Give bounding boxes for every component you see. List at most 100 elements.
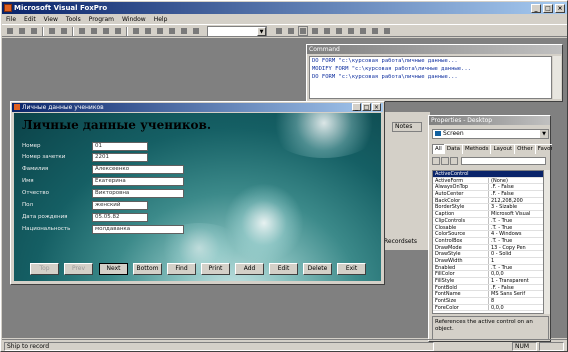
run-icon[interactable] <box>155 26 165 36</box>
patronymic-field[interactable]: Викторовна <box>92 189 184 198</box>
print-icon[interactable] <box>47 26 57 36</box>
redo-icon[interactable] <box>143 26 153 36</box>
delete-button[interactable]: Delete <box>303 263 332 275</box>
wizard-icon[interactable] <box>370 26 380 36</box>
form-designer-icon[interactable] <box>322 26 332 36</box>
property-row[interactable]: DrawStyle 0 - Solid <box>433 251 543 258</box>
property-name: DrawWidth <box>435 257 463 264</box>
new-file-icon[interactable] <box>5 26 15 36</box>
copy-icon[interactable] <box>101 26 111 36</box>
property-row[interactable]: DrawMode 13 - Copy Pen <box>433 244 543 252</box>
bottom-button[interactable]: Bottom <box>133 263 162 275</box>
add-button[interactable]: Add <box>235 263 264 275</box>
object-selector[interactable]: Screen ▼ <box>432 129 549 139</box>
cut-icon[interactable] <box>89 26 99 36</box>
builder-icon[interactable] <box>358 26 368 36</box>
property-name: FontBold <box>435 284 457 291</box>
property-row[interactable]: AlwaysOnTop .F. - False <box>433 184 543 192</box>
view-window-icon[interactable] <box>286 26 296 36</box>
property-name: ActiveForm <box>435 177 464 184</box>
spell-check-icon[interactable] <box>77 26 87 36</box>
tab-favorites[interactable]: Favorites <box>534 144 552 154</box>
property-row[interactable]: FontName MS Sans Serif <box>433 291 543 299</box>
close-button[interactable]: × <box>555 4 565 13</box>
property-value-input[interactable] <box>461 157 547 165</box>
property-row[interactable]: Caption Microsoft Visual <box>433 211 543 218</box>
top-button[interactable]: Top <box>30 263 59 275</box>
record-book-field[interactable]: 2201 <box>92 153 148 162</box>
foxpro-icon <box>4 4 12 12</box>
property-row[interactable]: ControlBox .T. - True <box>433 237 543 245</box>
object-selector-value: Screen <box>443 130 464 137</box>
command-window-icon[interactable] <box>274 26 284 36</box>
find-button[interactable]: Find <box>167 263 196 275</box>
tab-methods[interactable]: Methods <box>461 144 492 154</box>
student-form-window: Личные данные учеников _ □ × Личные данн… <box>10 101 385 285</box>
command-scrollbar[interactable] <box>553 56 561 99</box>
properties-scrollbar[interactable] <box>544 170 550 314</box>
property-row[interactable]: Closable .T. - True <box>433 224 543 232</box>
notes-tab[interactable]: Notes <box>392 122 422 132</box>
open-file-icon[interactable] <box>17 26 27 36</box>
property-row[interactable]: ColorSource 4 - Windows <box>433 231 543 238</box>
tab-data[interactable]: Data <box>443 144 463 154</box>
maximize-button[interactable]: □ <box>543 4 553 13</box>
tab-layout[interactable]: Layout <box>490 144 516 154</box>
property-name: FontName <box>435 291 461 298</box>
accept-icon[interactable] <box>441 157 449 165</box>
color-palette-icon[interactable] <box>346 26 356 36</box>
print-button[interactable]: Print <box>201 263 230 275</box>
edit-button[interactable]: Edit <box>269 263 298 275</box>
property-row[interactable]: FillColor 0,0,0 <box>433 271 543 278</box>
surname-field[interactable]: Алексеенко <box>92 165 184 174</box>
preview-icon[interactable] <box>59 26 69 36</box>
minimize-button[interactable]: _ <box>531 4 541 13</box>
nationality-field[interactable]: молдаванка <box>92 225 184 234</box>
cancel-icon[interactable] <box>432 157 440 165</box>
command-window: Command DO FORM "c:\курсовая работа\личн… <box>306 44 563 102</box>
paste-icon[interactable] <box>113 26 123 36</box>
form-minimize-button[interactable]: _ <box>352 103 361 111</box>
property-row[interactable]: ForeColor 0,0,0 <box>433 304 543 312</box>
property-row[interactable]: FillStyle 1 - Transparent <box>433 278 543 285</box>
property-row[interactable]: FontSize 8 <box>433 298 543 305</box>
property-value: .T. - True <box>488 264 543 271</box>
property-row[interactable]: AutoCenter .F. - False <box>433 191 543 198</box>
help-icon[interactable] <box>382 26 392 36</box>
debug-icon[interactable] <box>179 26 189 36</box>
form-close-button[interactable]: × <box>372 103 381 111</box>
code-window-icon[interactable] <box>310 26 320 36</box>
save-icon[interactable] <box>29 26 39 36</box>
prev-button[interactable]: Prev <box>64 263 93 275</box>
properties-window: Properties - Desktop Screen ▼ All Data Met… <box>428 115 552 342</box>
property-row[interactable]: ClipControls .T. - True <box>433 217 543 225</box>
exit-button[interactable]: Exit <box>337 263 366 275</box>
modify-form-icon[interactable] <box>167 26 177 36</box>
undo-icon[interactable] <box>131 26 141 36</box>
tab-other[interactable]: Other <box>514 144 536 154</box>
property-row[interactable]: FontBold .F. - False <box>433 284 543 292</box>
property-row[interactable]: BackColor 212,208,200 <box>433 197 543 205</box>
label-record-book: Номер зачетки <box>22 154 66 160</box>
number-field[interactable]: 01 <box>92 142 148 151</box>
label-number: Номер <box>22 143 41 149</box>
property-row[interactable]: Enabled .T. - True <box>433 264 543 272</box>
first-name-field[interactable]: Екатерина <box>92 177 184 186</box>
form-maximize-button[interactable]: □ <box>362 103 371 111</box>
property-name: FontSize <box>435 298 457 305</box>
report-icon[interactable] <box>191 26 201 36</box>
property-name: ColorSource <box>435 231 466 238</box>
function-icon[interactable] <box>450 157 458 165</box>
property-row[interactable]: BorderStyle 3 - Sizable <box>433 204 543 212</box>
property-row[interactable]: DrawWidth 1 <box>433 257 543 265</box>
layout-toolbar-icon[interactable] <box>334 26 344 36</box>
property-row[interactable]: ActiveControl <box>433 171 543 178</box>
gender-field[interactable]: женский <box>92 201 148 210</box>
property-name: ControlBox <box>435 237 463 244</box>
command-output[interactable]: DO FORM "c:\курсовая работа\личные данны… <box>309 56 552 99</box>
database-combo[interactable]: ▼ <box>207 26 267 37</box>
property-row[interactable]: ActiveForm (None) <box>433 177 543 185</box>
properties-window-icon[interactable] <box>298 26 308 36</box>
next-button[interactable]: Next <box>99 263 128 275</box>
birth-date-field[interactable]: 05.05.82 <box>92 213 148 222</box>
